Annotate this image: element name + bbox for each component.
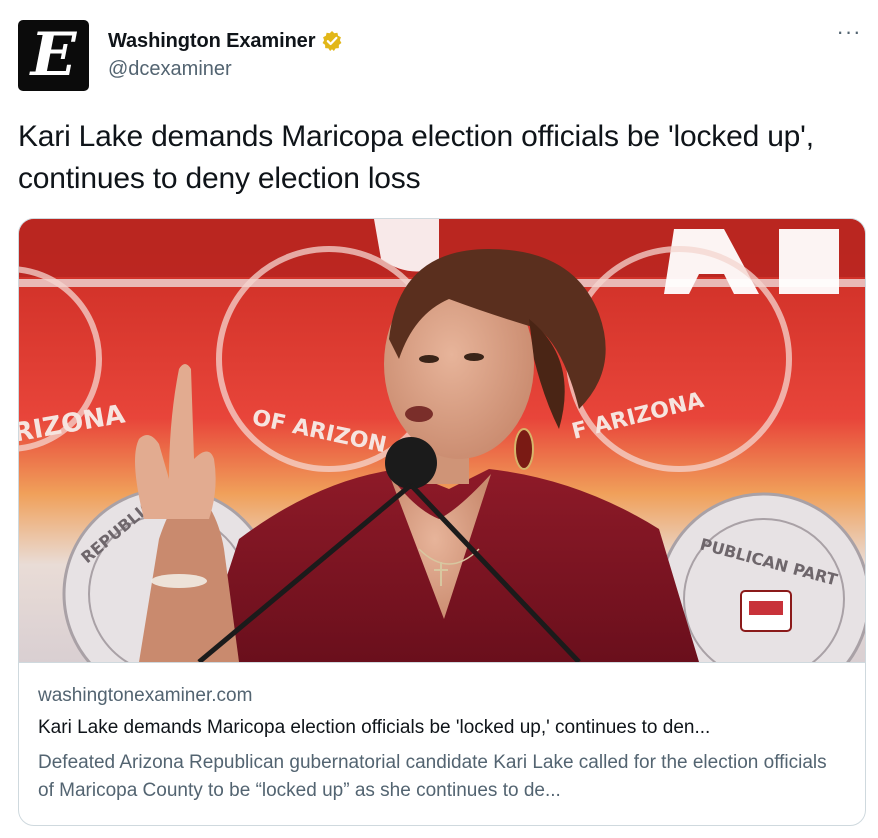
name-row: Washington Examiner bbox=[108, 28, 343, 54]
avatar-logo-letter: E bbox=[30, 20, 77, 90]
card-image[interactable]: RIZONA OF ARIZON F ARIZONA REPUBLICAN PA… bbox=[19, 219, 865, 662]
avatar[interactable]: E bbox=[18, 20, 89, 91]
verified-badge-icon bbox=[321, 30, 343, 52]
link-card[interactable]: RIZONA OF ARIZON F ARIZONA REPUBLICAN PA… bbox=[18, 218, 866, 826]
tweet-header: E Washington Examiner @dcexaminer ··· bbox=[18, 20, 868, 92]
account-name[interactable]: Washington Examiner bbox=[108, 30, 315, 53]
more-options-icon[interactable]: ··· bbox=[834, 21, 864, 48]
card-title[interactable]: Kari Lake demands Maricopa election offi… bbox=[38, 717, 848, 739]
account-handle[interactable]: @dcexaminer bbox=[108, 58, 232, 81]
card-description: Defeated Arizona Republican gubernatoria… bbox=[38, 752, 827, 801]
tweet-text: Kari Lake demands Maricopa election offi… bbox=[18, 120, 814, 195]
card-divider bbox=[19, 662, 865, 663]
card-domain: washingtonexaminer.com bbox=[38, 685, 253, 706]
